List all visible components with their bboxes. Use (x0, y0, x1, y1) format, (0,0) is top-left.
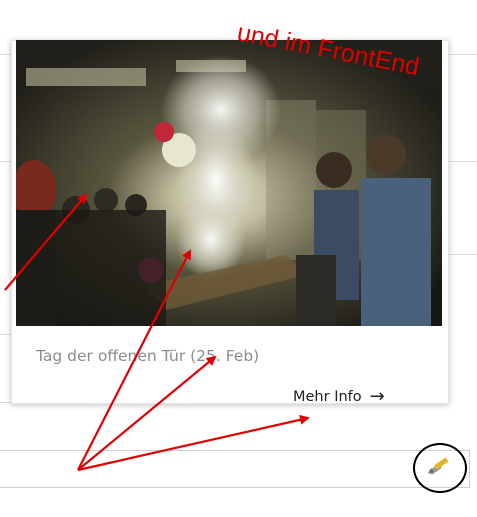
background-divider (449, 254, 477, 255)
pencil-edit-icon[interactable] (426, 455, 452, 477)
event-photo[interactable] (16, 40, 442, 326)
more-info-label: Mehr Info (293, 389, 362, 405)
background-divider (0, 402, 11, 403)
background-divider (449, 54, 477, 55)
background-divider (0, 54, 11, 55)
background-divider (0, 161, 11, 162)
event-caption: Tag der offenen Tür (25. Feb) (36, 347, 260, 365)
background-divider (449, 161, 477, 162)
event-photo-image (16, 40, 442, 326)
background-input-field[interactable] (0, 450, 470, 488)
background-divider (0, 334, 11, 335)
more-info-link[interactable]: Mehr Info → (293, 386, 385, 407)
pencil-edit-icon-svg (428, 457, 449, 475)
arrow-right-icon: → (369, 386, 385, 407)
